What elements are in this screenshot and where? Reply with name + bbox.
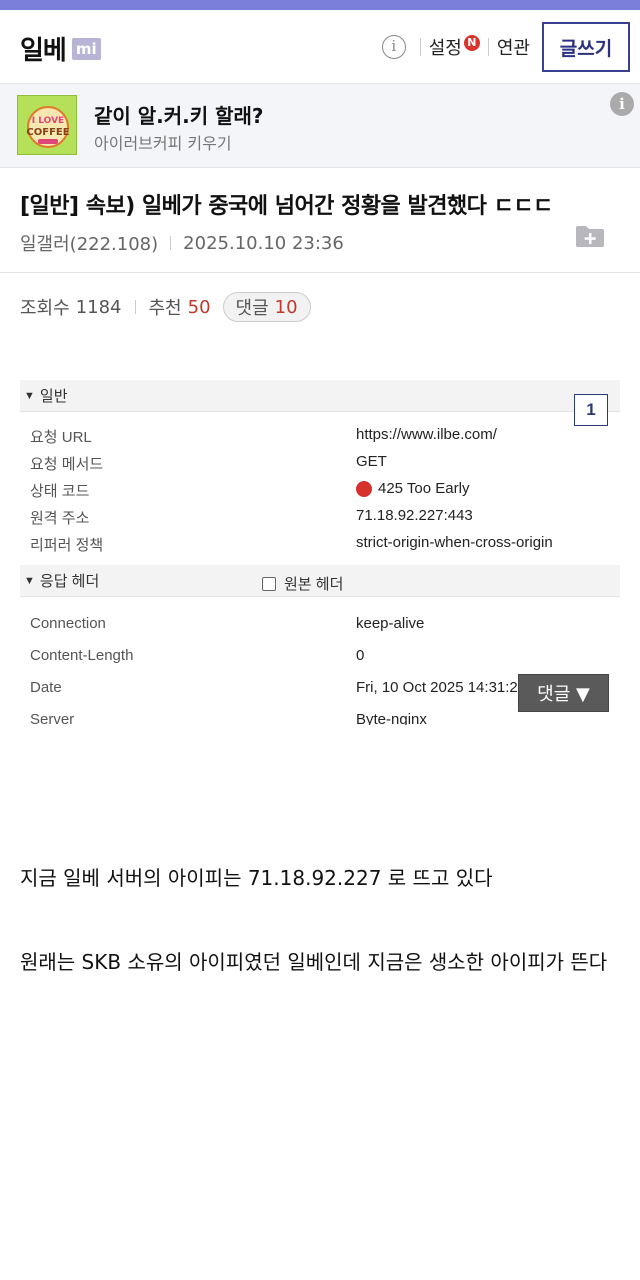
svg-text:I LOVE: I LOVE — [32, 116, 64, 126]
raw-header-label: 원본 헤더 — [284, 576, 344, 593]
general-value: GET — [356, 453, 387, 470]
views-count: 1184 — [75, 296, 122, 318]
body-paragraph: 원래는 SKB 소유의 아이피였던 일베인데 지금은 생소한 아이피가 뜬다 — [20, 950, 608, 974]
post-author[interactable]: 일갤러(222.108) — [20, 230, 158, 256]
status-code-value: 425 Too Early — [356, 480, 469, 497]
info-icon[interactable]: i — [381, 35, 406, 59]
raw-header-checkbox: 원본 헤더 — [262, 573, 343, 594]
general-value: 425 Too Early — [378, 480, 470, 497]
settings-link[interactable]: 설정 N — [429, 34, 480, 60]
divider — [0, 272, 640, 273]
settings-label: 설정 — [428, 38, 462, 59]
ad-subtitle: 아이러브커피 키우기 — [94, 134, 232, 153]
divider — [487, 38, 489, 56]
devtools-screenshot: ▼ 일반 1 요청 URL https://www.ilbe.com/ 요청 메… — [20, 380, 620, 725]
floating-comment-button[interactable]: 댓글 ▼ — [518, 674, 609, 712]
accent-top-bar — [0, 0, 640, 10]
number-badge: 1 — [574, 394, 608, 426]
logo-mi-badge: mi — [71, 37, 101, 60]
response-value: keep-alive — [356, 615, 425, 632]
related-link[interactable]: 연관 — [497, 34, 530, 60]
response-key: Content-Length — [30, 647, 134, 664]
divider — [134, 300, 136, 314]
general-value: 71.18.92.227:443 — [356, 507, 473, 524]
checkbox-icon — [262, 576, 276, 591]
site-header: 일베 mi i 설정 N 연관 글쓰기 — [0, 10, 640, 84]
collapse-triangle-icon: ▼ — [24, 389, 35, 402]
post-datetime: 2025.10.10 23:36 — [183, 232, 344, 254]
new-badge: N — [463, 35, 480, 51]
folder-add-icon[interactable] — [575, 224, 605, 248]
general-section-header: ▼ 일반 — [20, 380, 620, 412]
recommend-label: 추천 — [148, 298, 182, 319]
write-button[interactable]: 글쓰기 — [542, 22, 630, 72]
comments-count: 10 — [274, 296, 298, 318]
body-paragraph: 지금 일베 서버의 아이피는 71.18.92.227 로 뜨고 있다 — [20, 866, 493, 890]
ad-info-icon[interactable]: i — [610, 92, 634, 116]
divider — [170, 236, 172, 250]
site-logo[interactable]: 일베 mi — [20, 30, 101, 67]
status-error-icon — [356, 480, 372, 497]
general-key: 요청 URL — [30, 429, 92, 446]
post-stats: 조회수 1184 추천 50 댓글 10 — [20, 292, 311, 322]
general-section-title: 일반 — [39, 388, 68, 405]
general-key: 리퍼러 정책 — [30, 537, 104, 554]
post-title: [일반] 속보) 일베가 중국에 넘어간 정황을 발견했다 ㄷㄷㄷ — [20, 194, 553, 219]
response-key: Server — [30, 711, 75, 725]
general-key: 요청 메서드 — [30, 456, 104, 473]
comments-pill[interactable]: 댓글 10 — [222, 292, 311, 322]
general-value: https://www.ilbe.com/ — [356, 426, 497, 443]
response-key: Date — [30, 679, 62, 696]
recommend-count: 50 — [187, 296, 211, 318]
general-key: 상태 코드 — [30, 483, 90, 500]
ad-title[interactable]: 같이 알.커.키 할래? — [94, 100, 264, 129]
divider — [419, 38, 421, 56]
logo-text: 일베 — [20, 36, 67, 66]
general-value: strict-origin-when-cross-origin — [356, 534, 553, 551]
svg-text:COFFEE: COFFEE — [26, 127, 69, 138]
post-meta: 일갤러(222.108) 2025.10.10 23:36 — [20, 230, 344, 256]
coffee-logo-icon: I LOVE COFFEE — [18, 96, 76, 154]
response-value: Byte-nginx — [356, 711, 427, 725]
collapse-triangle-icon: ▼ — [24, 574, 35, 587]
header-actions: i 설정 N 연관 글쓰기 — [381, 22, 630, 72]
comments-label: 댓글 — [235, 298, 269, 319]
views-label: 조회수 — [20, 298, 70, 319]
ad-thumbnail[interactable]: I LOVE COFFEE — [17, 95, 77, 155]
response-value: 0 — [356, 647, 365, 664]
ad-banner[interactable]: I LOVE COFFEE 같이 알.커.키 할래? 아이러브커피 키우기 i — [0, 84, 640, 168]
general-key: 원격 주소 — [30, 510, 90, 527]
response-key: Connection — [30, 615, 106, 632]
response-section-title: 응답 헤더 — [39, 573, 100, 590]
